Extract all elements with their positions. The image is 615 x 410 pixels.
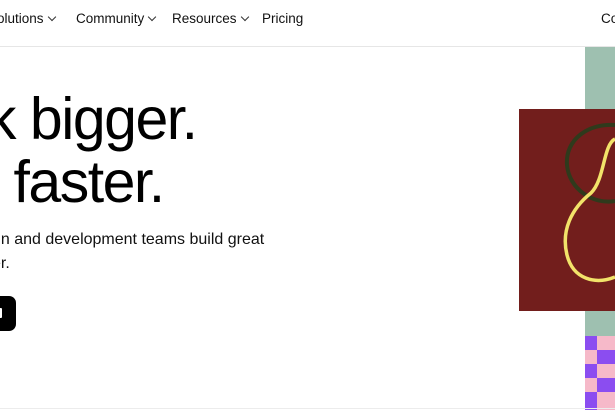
hero-subtext-line-2: er. — [0, 255, 10, 272]
chevron-down-icon — [148, 12, 157, 22]
nav-item-contact[interactable]: Co — [601, 11, 615, 27]
hero-headline-line-2: l faster. — [0, 149, 165, 215]
chevron-down-icon — [240, 12, 249, 22]
hero-headline: k bigger. l faster. — [0, 86, 198, 215]
nav-item-label: Community — [76, 11, 145, 26]
page: olutions Community Resources Pricing Co … — [0, 0, 615, 410]
nav-item-pricing[interactable]: Pricing — [262, 11, 303, 27]
nav-item-solutions[interactable]: olutions — [0, 11, 56, 27]
nav-item-label: Resources — [172, 11, 237, 26]
cta-button[interactable] — [0, 296, 16, 331]
hero-headline-line-1: k bigger. — [0, 86, 198, 152]
nav-item-label: Pricing — [262, 11, 304, 26]
arrow-icon — [0, 308, 2, 318]
nav-item-resources[interactable]: Resources — [172, 11, 249, 27]
art-curve-yellow — [563, 137, 615, 282]
hero-subtext-line-1: gn and development teams build great — [0, 231, 265, 248]
nav-item-community[interactable]: Community — [76, 11, 157, 27]
section-divider — [0, 408, 615, 409]
art-curve-dark — [564, 122, 615, 204]
hero-subtext: gn and development teams build great er. — [0, 228, 264, 276]
top-nav: olutions Community Resources Pricing Co — [0, 0, 615, 47]
art-curves — [563, 122, 615, 282]
nav-item-label: olutions — [0, 11, 44, 26]
art-panel-checker — [585, 336, 615, 410]
chevron-down-icon — [47, 12, 56, 22]
nav-item-label: Co — [601, 11, 615, 26]
art-checker-pattern — [585, 336, 615, 410]
art-panel-red — [519, 109, 615, 311]
